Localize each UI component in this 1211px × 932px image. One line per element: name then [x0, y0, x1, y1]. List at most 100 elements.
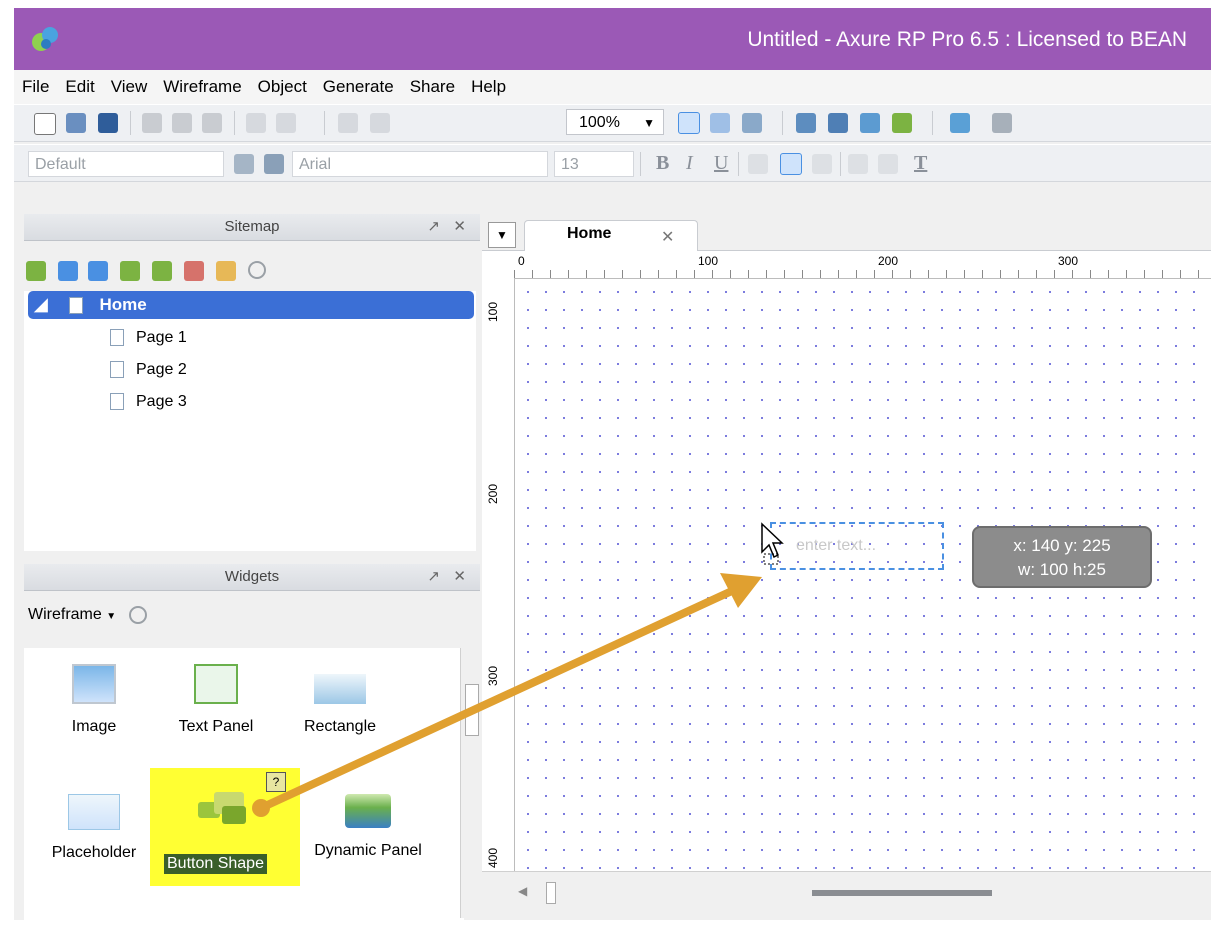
widget-label: Image: [71, 718, 117, 735]
widgets-scrollbar[interactable]: [460, 648, 481, 918]
menu-edit[interactable]: Edit: [57, 77, 102, 97]
ruler-tick-label: 300: [486, 666, 500, 687]
underline-button[interactable]: U: [714, 152, 728, 175]
redo-icon[interactable]: [276, 113, 296, 133]
text-panel-icon: [194, 664, 238, 704]
page-properties-icon[interactable]: [216, 261, 236, 281]
dragged-button-shape[interactable]: enter text...: [770, 522, 944, 570]
tree-item-page-1[interactable]: Page 1: [110, 329, 187, 347]
sitemap-title: Sitemap: [224, 218, 280, 235]
select-contained-icon[interactable]: [710, 113, 730, 133]
fill-color-icon[interactable]: [950, 113, 970, 133]
italic-button[interactable]: I: [686, 152, 693, 175]
delete-page-icon[interactable]: [184, 261, 204, 281]
window-title: Untitled - Axure RP Pro 6.5 : Licensed t…: [747, 28, 1187, 51]
widget-dynamic-panel[interactable]: Dynamic Panel: [308, 794, 428, 860]
widget-placeholder[interactable]: Placeholder: [34, 794, 154, 862]
widget-library-select[interactable]: Wireframe ▼: [28, 606, 147, 624]
tab-home-label: Home: [567, 225, 612, 242]
tree-item-page-2[interactable]: Page 2: [110, 361, 187, 379]
search-icon[interactable]: [248, 261, 266, 279]
menu-object[interactable]: Object: [250, 77, 315, 97]
widget-button-shape[interactable]: ? Button Shape: [150, 768, 300, 886]
pin-icon[interactable]: ↗: [427, 214, 440, 240]
tab-home[interactable]: Home ✕: [524, 220, 698, 251]
vertical-ruler: 100 200 300 400: [482, 278, 515, 872]
tooltip-position: x: 140 y: 225: [1013, 536, 1111, 555]
format-painter-icon[interactable]: [234, 154, 254, 174]
menu-generate[interactable]: Generate: [315, 77, 402, 97]
align-left-icon[interactable]: [748, 154, 768, 174]
menu-share[interactable]: Share: [402, 77, 463, 97]
align-center-icon[interactable]: [780, 153, 802, 175]
scroll-thumb[interactable]: [465, 684, 479, 736]
scroll-left-icon[interactable]: ◀: [518, 884, 527, 898]
close-icon[interactable]: ✕: [453, 564, 466, 590]
link-icon[interactable]: [878, 154, 898, 174]
select-intersected-icon[interactable]: [678, 112, 700, 134]
bullets-icon[interactable]: [848, 154, 868, 174]
outdent-icon[interactable]: [152, 261, 172, 281]
tree-item-page-3[interactable]: Page 3: [110, 393, 187, 411]
bring-front-icon[interactable]: [338, 113, 358, 133]
ruler-tick-label: 100: [698, 254, 719, 268]
new-file-icon[interactable]: [34, 113, 56, 135]
menu-wireframe[interactable]: Wireframe: [155, 77, 249, 97]
ruler-tick-label: 300: [1058, 254, 1079, 268]
bold-button[interactable]: B: [656, 152, 669, 175]
arrow-down-icon[interactable]: [88, 261, 108, 281]
menu-file[interactable]: File: [14, 77, 57, 97]
scroll-thumb[interactable]: [546, 882, 556, 904]
close-icon[interactable]: ✕: [453, 214, 466, 240]
generate-word-icon[interactable]: [828, 113, 848, 133]
search-icon[interactable]: [128, 606, 147, 624]
widget-label: Rectangle: [303, 718, 377, 735]
line-color-icon[interactable]: [992, 113, 1012, 133]
save-icon[interactable]: [98, 113, 118, 133]
font-select[interactable]: Arial: [292, 151, 548, 177]
preview-icon[interactable]: [796, 113, 816, 133]
generate-prototype-icon[interactable]: [860, 113, 880, 133]
widget-rectangle[interactable]: Rectangle: [280, 664, 400, 736]
widget-text-panel[interactable]: Text Panel: [156, 664, 276, 736]
axure-logo-icon: [32, 27, 58, 51]
splitter-handle[interactable]: [812, 890, 992, 896]
copy-icon[interactable]: [172, 113, 192, 133]
menu-view[interactable]: View: [103, 77, 156, 97]
zoom-select[interactable]: 100% ▼: [566, 109, 664, 135]
canvas-hscroll[interactable]: ◀: [482, 871, 1211, 920]
style-select[interactable]: Default: [28, 151, 224, 177]
paint-brush-icon[interactable]: [264, 154, 284, 174]
undo-icon[interactable]: [246, 113, 266, 133]
tree-item-home[interactable]: ◢ Home: [28, 291, 474, 319]
tab-dropdown-button[interactable]: ▼: [488, 222, 516, 248]
help-icon[interactable]: ?: [266, 772, 286, 792]
connector-icon[interactable]: [742, 113, 762, 133]
open-folder-icon[interactable]: [66, 113, 86, 133]
position-tooltip: x: 140 y: 225 w: 100 h:25: [972, 526, 1152, 588]
collapse-icon[interactable]: ◢: [28, 291, 54, 319]
arrow-up-icon[interactable]: [58, 261, 78, 281]
pin-icon[interactable]: ↗: [427, 564, 440, 590]
page-icon: [110, 393, 124, 411]
widgets-title: Widgets: [224, 568, 280, 585]
send-back-icon[interactable]: [370, 113, 390, 133]
menu-help[interactable]: Help: [463, 77, 514, 97]
tree-item-label: Page 2: [136, 361, 187, 378]
text-color-button[interactable]: T: [914, 152, 927, 175]
chevron-down-icon: ▼: [106, 611, 117, 623]
ruler-tick-label: 200: [486, 484, 500, 505]
mouse-cursor-icon: [761, 522, 784, 565]
publish-axshare-icon[interactable]: [892, 113, 912, 133]
font-size-select[interactable]: 13: [554, 151, 634, 177]
paste-icon[interactable]: [202, 113, 222, 133]
sitemap-tree: ◢ Home Page 1 Page 2 Page 3: [24, 291, 476, 551]
font-size-value: 13: [561, 156, 579, 173]
add-page-icon[interactable]: [26, 261, 46, 281]
indent-icon[interactable]: [120, 261, 140, 281]
help-badge: ?: [272, 775, 280, 789]
cut-icon[interactable]: [142, 113, 162, 133]
close-icon[interactable]: ✕: [661, 227, 674, 247]
align-right-icon[interactable]: [812, 154, 832, 174]
widget-image[interactable]: Image: [34, 664, 154, 736]
